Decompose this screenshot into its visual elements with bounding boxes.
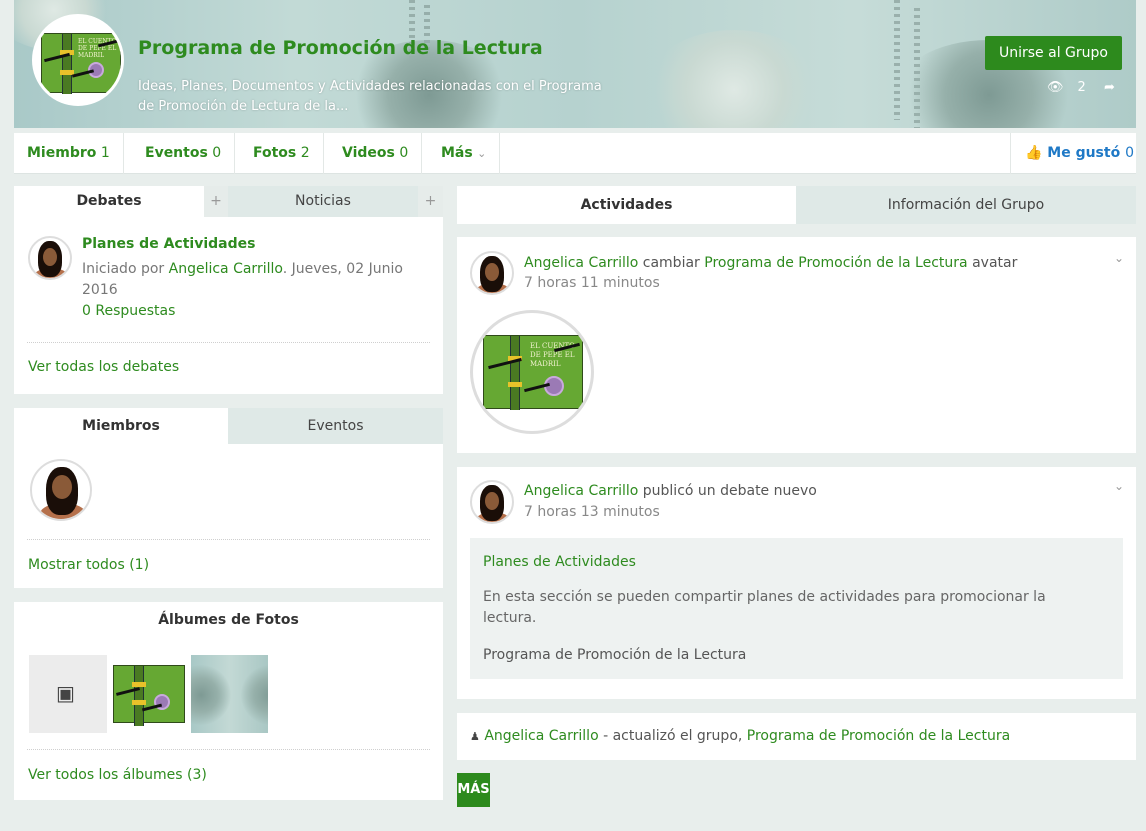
show-all-members-link[interactable]: Mostrar todos (1) [28,557,149,573]
new-avatar-image[interactable]: EL CUENTO DE PEPE EL MADRIL [470,310,594,434]
avatar[interactable] [470,480,514,524]
member-avatar[interactable] [30,459,92,521]
group-nav: Miembro 1 Eventos 0 Fotos 2 Videos 0 Más… [14,133,1136,174]
book-cover-image: EL CUENTO DE PEPE EL MADRIL [41,33,121,94]
book-cover-image [113,665,185,726]
replies-link[interactable]: 0 Respuestas [82,303,175,319]
debate-title[interactable]: Planes de Actividades [82,236,255,252]
feed-item: Angelica Carrillo publicó un debate nuev… [457,467,1136,699]
debate-group: Programa de Promoción de la Lectura [483,647,747,663]
chevron-down-icon: ⌄ [477,147,487,160]
author-link[interactable]: Angelica Carrillo [169,261,283,277]
tab-debates[interactable]: Debates [14,186,204,217]
debate-preview: Planes de Actividades En esta sección se… [470,538,1123,679]
debate-excerpt: En esta sección se pueden compartir plan… [483,589,1046,626]
group-title[interactable]: Programa de Promoción de la Lectura [138,37,543,59]
feed-text: Angelica Carrillo cambiar Programa de Pr… [524,255,1018,271]
members-tabs: Miembros Eventos [14,408,443,444]
tab-members[interactable]: Miembros [14,408,228,444]
activity-tabs: Actividades Información del Grupo [457,186,1136,224]
feed-item: Angelica Carrillo cambiar Programa de Pr… [457,237,1136,453]
share-icon[interactable]: ➦ [1104,80,1115,95]
group-link[interactable]: Programa de Promoción de la Lectura [704,255,967,271]
group-update-icon: ♟ [470,730,480,743]
nav-videos[interactable]: Videos 0 [329,133,423,174]
thumbs-up-icon: 👍 [1024,145,1043,161]
timestamp: 7 horas 11 minutos [524,275,660,291]
cover-art [644,30,824,128]
chevron-down-icon[interactable]: ⌄ [1114,251,1124,265]
group-link[interactable]: Programa de Promoción de la Lectura [747,728,1010,744]
chevron-down-icon[interactable]: ⌄ [1114,479,1124,493]
feed-text: Angelica Carrillo publicó un debate nuev… [524,483,817,499]
nav-events[interactable]: Eventos 0 [132,133,236,174]
add-news-icon[interactable]: + [418,186,443,217]
group-description: Ideas, Planes, Documentos y Actividades … [138,79,602,114]
view-all-debates-link[interactable]: Ver todas los debates [28,359,179,375]
divider [27,342,430,343]
tab-activities[interactable]: Actividades [457,186,796,224]
group-cover: EL CUENTO DE PEPE EL MADRIL Programa de … [14,0,1136,128]
tab-noticias[interactable]: Noticias [228,186,418,217]
album-thumb[interactable] [191,655,268,733]
debates-tabs: Debates + Noticias + [14,186,443,217]
user-link[interactable]: Angelica Carrillo [524,483,638,499]
debate-meta: Iniciado por Angelica Carrillo. Jueves, … [82,261,403,319]
views-icon: 👁 [1047,80,1064,95]
avatar[interactable] [28,236,72,280]
user-link[interactable]: Angelica Carrillo [524,255,638,271]
feed-text: ♟ Angelica Carrillo - actualizó el grupo… [470,728,1011,744]
group-stats: 👁 2 ➦ [1047,80,1129,95]
avatar[interactable] [470,251,514,295]
group-avatar[interactable]: EL CUENTO DE PEPE EL MADRIL [32,14,124,106]
feed-item: ♟ Angelica Carrillo - actualizó el grupo… [457,713,1136,760]
album-thumb[interactable] [107,655,191,733]
tab-events[interactable]: Eventos [228,408,443,444]
photo-album-icon: ▣ [56,681,75,705]
nav-members[interactable]: Miembro 1 [14,133,124,174]
nav-more[interactable]: Más ⌄ [428,133,501,174]
views-count: 2 [1077,80,1086,95]
debate-link[interactable]: Planes de Actividades [483,554,636,570]
load-more-button[interactable]: MÁS [457,773,490,807]
user-link[interactable]: Angelica Carrillo [484,728,598,744]
divider [27,749,430,750]
like-button[interactable]: 👍 Me gustó 0 [1009,133,1134,174]
divider [27,539,430,540]
add-debate-icon[interactable]: + [204,186,228,217]
nav-photos[interactable]: Fotos 2 [240,133,324,174]
album-thumb[interactable]: ▣ [29,655,107,733]
albums-title: Álbumes de Fotos [158,612,299,628]
tab-group-info[interactable]: Información del Grupo [796,186,1136,224]
timestamp: 7 horas 13 minutos [524,504,660,520]
join-group-button[interactable]: Unirse al Grupo [985,36,1122,70]
view-all-albums-link[interactable]: Ver todos los álbumes (3) [28,767,207,783]
